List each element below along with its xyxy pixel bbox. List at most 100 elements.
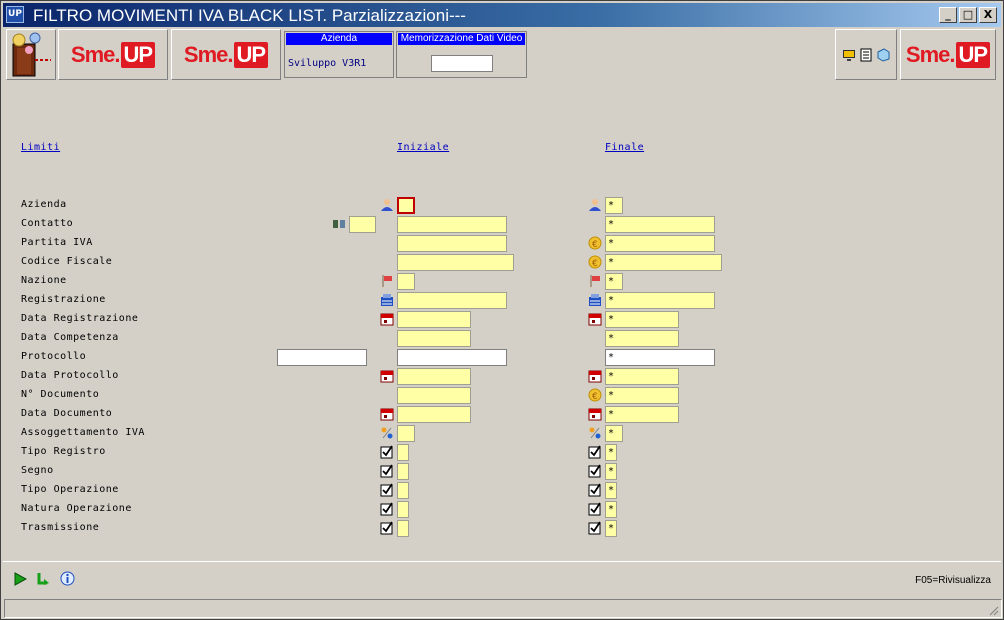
register-icon[interactable] xyxy=(588,293,602,307)
finale-field[interactable]: * xyxy=(605,501,617,518)
flag-icon[interactable] xyxy=(380,274,394,288)
finale-field[interactable]: * xyxy=(605,387,679,404)
iniziale-field[interactable] xyxy=(397,197,415,214)
exit-button[interactable] xyxy=(6,29,56,80)
smeup-logo-2[interactable]: Sme. UP xyxy=(171,29,281,80)
function-key-hint: F05=Rivisualizza xyxy=(915,575,991,586)
calendar-icon[interactable] xyxy=(380,407,394,421)
finale-field[interactable]: * xyxy=(605,463,617,480)
check-icon[interactable] xyxy=(380,483,394,497)
finale-field[interactable]: * xyxy=(605,482,617,499)
calendar-icon[interactable] xyxy=(380,369,394,383)
contact-icon[interactable] xyxy=(332,217,346,231)
monitor-icon[interactable] xyxy=(842,48,856,62)
refresh-icon[interactable] xyxy=(36,571,50,585)
iniziale-field[interactable] xyxy=(397,501,409,518)
minimize-button[interactable]: _ xyxy=(939,7,957,23)
row-label: Assoggettamento IVA xyxy=(21,427,145,438)
finale-field[interactable]: * xyxy=(605,216,715,233)
iniziale-field[interactable] xyxy=(397,330,471,347)
finale-field[interactable]: * xyxy=(605,254,722,271)
check-icon[interactable] xyxy=(380,502,394,516)
check-icon[interactable] xyxy=(380,445,394,459)
info-icon[interactable] xyxy=(60,571,75,586)
azienda-value: Sviluppo V3R1 xyxy=(288,58,367,69)
calendar-icon[interactable] xyxy=(588,407,602,421)
check-icon[interactable] xyxy=(588,521,602,535)
iniziale-field[interactable] xyxy=(397,273,415,290)
person-icon[interactable] xyxy=(380,198,394,212)
finale-field[interactable]: * xyxy=(605,311,679,328)
iniziale-field[interactable] xyxy=(397,292,507,309)
memorizzazione-input[interactable] xyxy=(431,55,493,72)
maximize-button[interactable]: □ xyxy=(959,7,977,23)
finale-field[interactable]: * xyxy=(605,425,623,442)
iniziale-field[interactable] xyxy=(397,311,471,328)
header-iniziale: Iniziale xyxy=(397,142,450,153)
play-icon[interactable] xyxy=(13,572,27,586)
iniziale-field[interactable] xyxy=(397,216,507,233)
iniziale-field[interactable] xyxy=(397,425,415,442)
row-label: Tipo Registro xyxy=(21,446,106,457)
check-icon[interactable] xyxy=(380,521,394,535)
iniziale-field[interactable] xyxy=(397,444,409,461)
iniziale-field[interactable] xyxy=(397,463,409,480)
iniziale-field[interactable] xyxy=(397,235,507,252)
check-icon[interactable] xyxy=(380,464,394,478)
check-icon[interactable] xyxy=(588,464,602,478)
box-icon[interactable] xyxy=(876,47,890,62)
register-icon[interactable] xyxy=(380,293,394,307)
flag-icon[interactable] xyxy=(588,274,602,288)
person-icon[interactable] xyxy=(588,198,602,212)
calendar-icon[interactable] xyxy=(380,312,394,326)
check-icon[interactable] xyxy=(588,502,602,516)
document-icon[interactable] xyxy=(859,48,873,62)
resize-grip-icon[interactable] xyxy=(987,604,999,616)
logo-up: UP xyxy=(233,41,269,68)
coin-icon[interactable]: € xyxy=(588,236,602,250)
logo-dot: . xyxy=(114,41,120,67)
iniziale-field[interactable] xyxy=(397,368,471,385)
finale-field[interactable]: * xyxy=(605,197,623,214)
toolbar: Sme. UP Sme. UP Azienda Sviluppo V3R1 Memo… xyxy=(3,28,1001,82)
finale-field[interactable]: * xyxy=(605,444,617,461)
calendar-icon[interactable] xyxy=(588,369,602,383)
application-window: UP FILTRO MOVIMENTI IVA BLACK LIST. Parz… xyxy=(0,0,1004,620)
finale-field[interactable]: * xyxy=(605,330,679,347)
row-label: Protocollo xyxy=(21,351,87,362)
prefix-field[interactable] xyxy=(349,216,376,233)
tax-icon[interactable] xyxy=(588,426,602,440)
coin-icon[interactable]: € xyxy=(588,255,602,269)
iniziale-field[interactable] xyxy=(397,349,507,366)
tax-icon[interactable] xyxy=(380,426,394,440)
check-icon[interactable] xyxy=(588,483,602,497)
check-icon[interactable] xyxy=(588,445,602,459)
prefix-field[interactable] xyxy=(277,349,367,366)
logo-dot: . xyxy=(949,41,955,67)
row-label: Data Registrazione xyxy=(21,313,139,324)
iniziale-field[interactable] xyxy=(397,406,471,423)
finale-field[interactable]: * xyxy=(605,235,715,252)
iniziale-field[interactable] xyxy=(397,387,471,404)
logo-text: Sme xyxy=(183,41,228,67)
azienda-box: Azienda Sviluppo V3R1 xyxy=(284,31,394,78)
iniziale-field[interactable] xyxy=(397,482,409,499)
finale-field[interactable]: * xyxy=(605,292,715,309)
calendar-icon[interactable] xyxy=(588,312,602,326)
close-button[interactable]: X xyxy=(979,7,997,23)
finale-field[interactable]: * xyxy=(605,368,679,385)
finale-field[interactable]: * xyxy=(605,520,617,537)
title-bar: UP FILTRO MOVIMENTI IVA BLACK LIST. Parz… xyxy=(3,3,1001,27)
iniziale-field[interactable] xyxy=(397,520,409,537)
finale-field[interactable]: * xyxy=(605,273,623,290)
logo-dot: . xyxy=(227,41,233,67)
smeup-logo-1[interactable]: Sme. UP xyxy=(58,29,168,80)
header-limiti: Limiti xyxy=(21,142,61,153)
smeup-logo-3[interactable]: Sme. UP xyxy=(900,29,996,80)
row-label: Data Documento xyxy=(21,408,113,419)
finale-field[interactable]: * xyxy=(605,349,715,366)
finale-field[interactable]: * xyxy=(605,406,679,423)
coin-icon[interactable]: € xyxy=(588,388,602,402)
iniziale-field[interactable] xyxy=(397,254,514,271)
row-label: N° Documento xyxy=(21,389,100,400)
